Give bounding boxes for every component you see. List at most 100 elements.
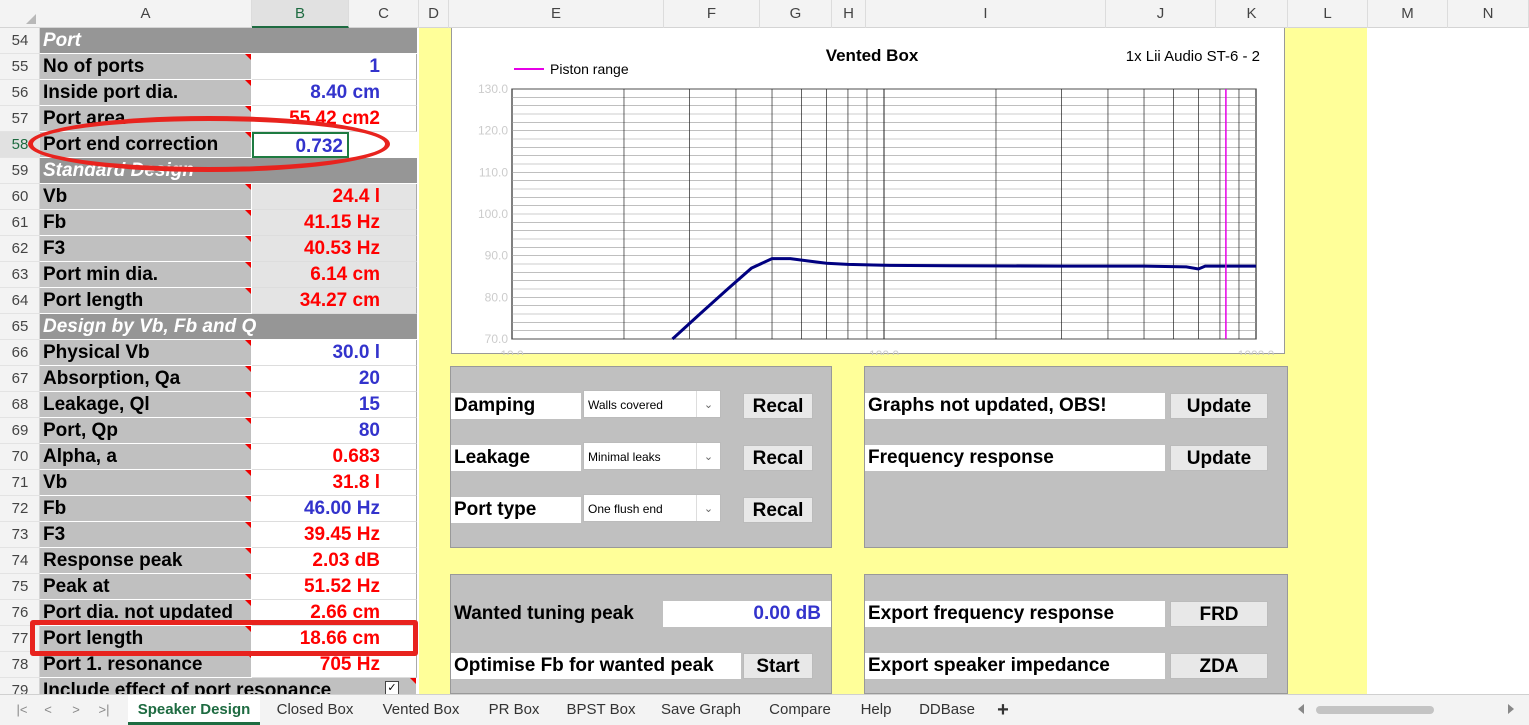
tab-ddbase[interactable]: DDBase [908, 695, 986, 725]
param-label[interactable]: Fb [40, 496, 252, 522]
col-header-k[interactable]: K [1216, 0, 1288, 28]
param-label[interactable]: F3 [40, 236, 252, 262]
row-header[interactable]: 62 [0, 236, 40, 262]
prev-sheet-icon[interactable]: < [38, 695, 58, 725]
param-label[interactable]: Peak at [40, 574, 252, 600]
chevron-down-icon[interactable]: ⌄ [696, 443, 720, 469]
col-header-n[interactable]: N [1448, 0, 1529, 28]
section-header-port[interactable]: Port [40, 28, 417, 54]
col-header-h[interactable]: H [832, 0, 866, 28]
col-header-a[interactable]: A [40, 0, 252, 28]
tab-pr-box[interactable]: PR Box [476, 695, 552, 725]
row-header[interactable]: 74 [0, 548, 40, 574]
update-frequency-button[interactable]: Update [1170, 445, 1268, 471]
damping-recal-button[interactable]: Recal [743, 393, 813, 419]
row-header[interactable]: 61 [0, 210, 40, 236]
param-value[interactable]: 46.00 Hz [252, 496, 417, 522]
row-header[interactable]: 55 [0, 54, 40, 80]
optimise-start-button[interactable]: Start [743, 653, 813, 679]
param-label[interactable]: Port min dia. [40, 262, 252, 288]
col-header-b[interactable]: B [252, 0, 349, 28]
col-header-e[interactable]: E [449, 0, 664, 28]
param-label[interactable]: Vb [40, 184, 252, 210]
param-value[interactable]: 34.27 cm [252, 288, 417, 314]
param-value[interactable]: 24.4 l [252, 184, 417, 210]
param-label[interactable]: Include effect of port resonance [40, 678, 417, 694]
param-value[interactable]: 8.40 cm [252, 80, 417, 106]
row-header[interactable]: 70 [0, 444, 40, 470]
param-label[interactable]: Physical Vb [40, 340, 252, 366]
row-header[interactable]: 69 [0, 418, 40, 444]
porttype-dropdown[interactable]: One flush end ⌄ [583, 494, 721, 522]
param-value[interactable]: 40.53 Hz [252, 236, 417, 262]
tab-bpst-box[interactable]: BPST Box [556, 695, 646, 725]
row-header[interactable]: 63 [0, 262, 40, 288]
row-header[interactable]: 66 [0, 340, 40, 366]
param-value[interactable]: 15 [252, 392, 417, 418]
param-label[interactable]: Leakage, Ql [40, 392, 252, 418]
param-label[interactable]: Inside port dia. [40, 80, 252, 106]
param-value[interactable]: 1 [252, 54, 417, 80]
scroll-left-icon[interactable] [1298, 704, 1304, 714]
leakage-recal-button[interactable]: Recal [743, 445, 813, 471]
row-header[interactable]: 54 [0, 28, 40, 54]
col-header-m[interactable]: M [1368, 0, 1448, 28]
section-header-design-by[interactable]: Design by Vb, Fb and Q [40, 314, 417, 340]
row-header[interactable]: 73 [0, 522, 40, 548]
param-value[interactable]: 30.0 l [252, 340, 417, 366]
update-graphs-button[interactable]: Update [1170, 393, 1268, 419]
param-label[interactable]: Alpha, a [40, 444, 252, 470]
tab-help[interactable]: Help [848, 695, 904, 725]
tab-speaker-design[interactable]: Speaker Design [128, 695, 260, 725]
param-label[interactable]: Vb [40, 470, 252, 496]
col-header-f[interactable]: F [664, 0, 760, 28]
row-header[interactable]: 65 [0, 314, 40, 340]
col-header-l[interactable]: L [1288, 0, 1368, 28]
next-sheet-icon[interactable]: > [66, 695, 86, 725]
row-header[interactable]: 57 [0, 106, 40, 132]
param-value[interactable]: 2.03 dB [252, 548, 417, 574]
row-header[interactable]: 60 [0, 184, 40, 210]
scroll-right-icon[interactable] [1508, 704, 1514, 714]
col-header-i[interactable]: I [866, 0, 1106, 28]
tab-vented-box[interactable]: Vented Box [370, 695, 472, 725]
param-value[interactable]: 20 [252, 366, 417, 392]
row-header[interactable]: 67 [0, 366, 40, 392]
param-value[interactable]: 31.8 l [252, 470, 417, 496]
row-header[interactable]: 68 [0, 392, 40, 418]
last-sheet-icon[interactable]: >| [94, 695, 114, 725]
add-sheet-button[interactable]: + [990, 695, 1016, 725]
param-label[interactable]: Absorption, Qa [40, 366, 252, 392]
param-label[interactable]: F3 [40, 522, 252, 548]
tab-closed-box[interactable]: Closed Box [264, 695, 366, 725]
col-header-c[interactable]: C [349, 0, 419, 28]
export-frd-button[interactable]: FRD [1170, 601, 1268, 627]
tab-save-graph[interactable]: Save Graph [650, 695, 752, 725]
port-resonance-checkbox[interactable]: ✓ [385, 681, 399, 694]
first-sheet-icon[interactable]: |< [12, 695, 32, 725]
row-header[interactable]: 64 [0, 288, 40, 314]
chevron-down-icon[interactable]: ⌄ [696, 495, 720, 521]
export-zda-button[interactable]: ZDA [1170, 653, 1268, 679]
row-header[interactable]: 75 [0, 574, 40, 600]
param-label[interactable]: Response peak [40, 548, 252, 574]
param-label[interactable]: Port, Qp [40, 418, 252, 444]
chevron-down-icon[interactable]: ⌄ [696, 391, 720, 417]
row-header[interactable]: 72 [0, 496, 40, 522]
select-all-corner[interactable] [0, 0, 40, 28]
col-header-j[interactable]: J [1106, 0, 1216, 28]
param-value[interactable]: 51.52 Hz [252, 574, 417, 600]
porttype-recal-button[interactable]: Recal [743, 497, 813, 523]
param-label[interactable]: Fb [40, 210, 252, 236]
leakage-dropdown[interactable]: Minimal leaks ⌄ [583, 442, 721, 470]
wanted-peak-value[interactable]: 0.00 dB [663, 601, 831, 627]
param-value[interactable]: 0.683 [252, 444, 417, 470]
tab-compare[interactable]: Compare [756, 695, 844, 725]
damping-dropdown[interactable]: Walls covered ⌄ [583, 390, 721, 418]
horizontal-scrollbar[interactable] [1316, 706, 1434, 714]
col-header-g[interactable]: G [760, 0, 832, 28]
row-header[interactable]: 56 [0, 80, 40, 106]
row-header[interactable]: 71 [0, 470, 40, 496]
col-header-d[interactable]: D [419, 0, 449, 28]
param-value[interactable]: 41.15 Hz [252, 210, 417, 236]
